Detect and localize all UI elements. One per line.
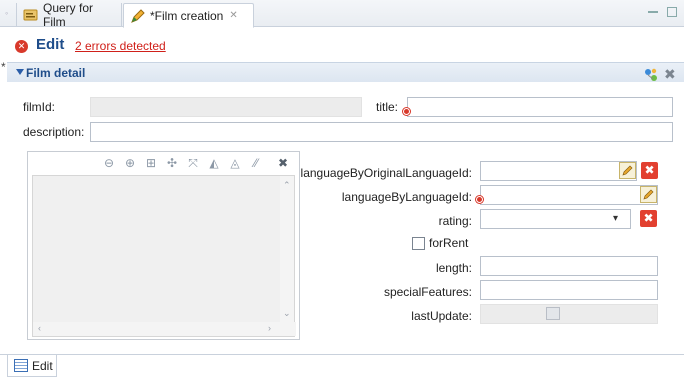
last-update-field [480, 304, 658, 324]
maximize-icon[interactable] [667, 7, 677, 17]
length-field[interactable] [480, 256, 658, 276]
section-film-detail: Film detail ✖ [7, 62, 684, 82]
chevron-down-icon[interactable]: ▾ [613, 213, 618, 224]
filmid-label: filmId: [23, 100, 56, 114]
clear-language-original-button[interactable]: ✖ [641, 162, 658, 179]
fit-extent-icon[interactable]: ⤧ [185, 155, 201, 171]
scroll-up-icon[interactable]: ⌃ [283, 180, 291, 191]
editor-tab-bar: ◦ Query for Film *Film creation ✕ [0, 0, 684, 29]
last-update-label: lastUpdate: [411, 309, 472, 323]
section-title[interactable]: Film detail [26, 66, 85, 80]
zoom-in-icon[interactable]: ⊕ [122, 155, 138, 171]
close-icon[interactable]: ✕ [229, 10, 237, 21]
language-label: languageByLanguageId: [341, 190, 472, 204]
vertical-scrollbar[interactable]: ⌃ ⌄ [280, 176, 294, 322]
language-field[interactable] [480, 185, 658, 205]
tab-film-creation[interactable]: *Film creation ✕ [123, 3, 254, 28]
language-error-icon [476, 196, 483, 203]
description-label: description: [23, 125, 85, 139]
special-features-field[interactable] [480, 280, 658, 300]
map-toolbar: ⊖ ⊕ ⊞ ✣ ⤧ ◭ ◬ ⁄⁄ ✖ [28, 152, 299, 174]
query-icon [23, 7, 39, 23]
tab-label: Query for Film [43, 1, 94, 29]
scale-icon[interactable]: ⊞ [143, 155, 159, 171]
bottom-separator [0, 354, 684, 355]
scroll-right-icon[interactable]: › [268, 323, 271, 333]
language-original-label: languageByOriginalLanguageId: [300, 166, 472, 180]
error-icon: ✕ [15, 40, 28, 53]
measure-icon[interactable]: ⁄⁄ [248, 155, 264, 171]
pan-icon[interactable]: ✣ [164, 155, 180, 171]
rating-label: rating: [438, 214, 472, 228]
calendar-icon[interactable] [546, 307, 560, 320]
zoom-out-icon[interactable]: ⊖ [101, 155, 117, 171]
errors-detected-link[interactable]: 2 errors detected [75, 39, 166, 53]
dirty-marker: * [1, 60, 6, 74]
tab-label: Edit [32, 358, 53, 373]
title-error-icon [403, 108, 410, 115]
scroll-left-icon[interactable]: ‹ [38, 323, 41, 333]
add-icon[interactable] [643, 67, 657, 81]
tab-list-arrow-icon[interactable]: ◦ [5, 9, 13, 18]
tab-edit[interactable]: Edit [7, 355, 57, 377]
special-features-label: specialFeatures: [383, 285, 472, 299]
horizontal-scrollbar[interactable]: ‹ › [33, 322, 296, 336]
map-canvas[interactable]: ⌃ ⌄ ‹ › [32, 175, 296, 337]
filmid-field [90, 97, 362, 117]
description-field[interactable] [90, 122, 673, 142]
minimize-icon[interactable] [648, 7, 658, 13]
tab-label: *Film creation [150, 8, 224, 23]
clear-rating-button[interactable]: ✖ [640, 210, 657, 227]
page-title: Edit [36, 36, 65, 53]
draw-line-icon[interactable]: ◬ [227, 155, 243, 171]
form-icon [14, 359, 28, 372]
select-language-original-button[interactable] [619, 162, 636, 179]
clear-icon[interactable]: ✖ [275, 155, 291, 171]
rating-select[interactable] [480, 209, 631, 229]
tab-query-for-film[interactable]: Query for Film [16, 1, 122, 29]
edit-pencil-icon [130, 8, 146, 24]
forrent-label: forRent [429, 236, 469, 250]
section-collapse-icon[interactable] [16, 69, 24, 75]
scroll-down-icon[interactable]: ⌄ [283, 308, 291, 319]
language-original-field[interactable] [480, 161, 637, 181]
title-field[interactable] [407, 97, 673, 117]
forrent-checkbox[interactable] [412, 237, 425, 250]
select-language-button[interactable] [640, 186, 657, 203]
delete-icon[interactable]: ✖ [664, 67, 678, 81]
map-panel: ⊖ ⊕ ⊞ ✣ ⤧ ◭ ◬ ⁄⁄ ✖ ⌃ ⌄ ‹ › [27, 151, 300, 340]
draw-area-icon[interactable]: ◭ [206, 155, 222, 171]
length-label: length: [435, 261, 472, 275]
title-label: title: [376, 100, 399, 114]
